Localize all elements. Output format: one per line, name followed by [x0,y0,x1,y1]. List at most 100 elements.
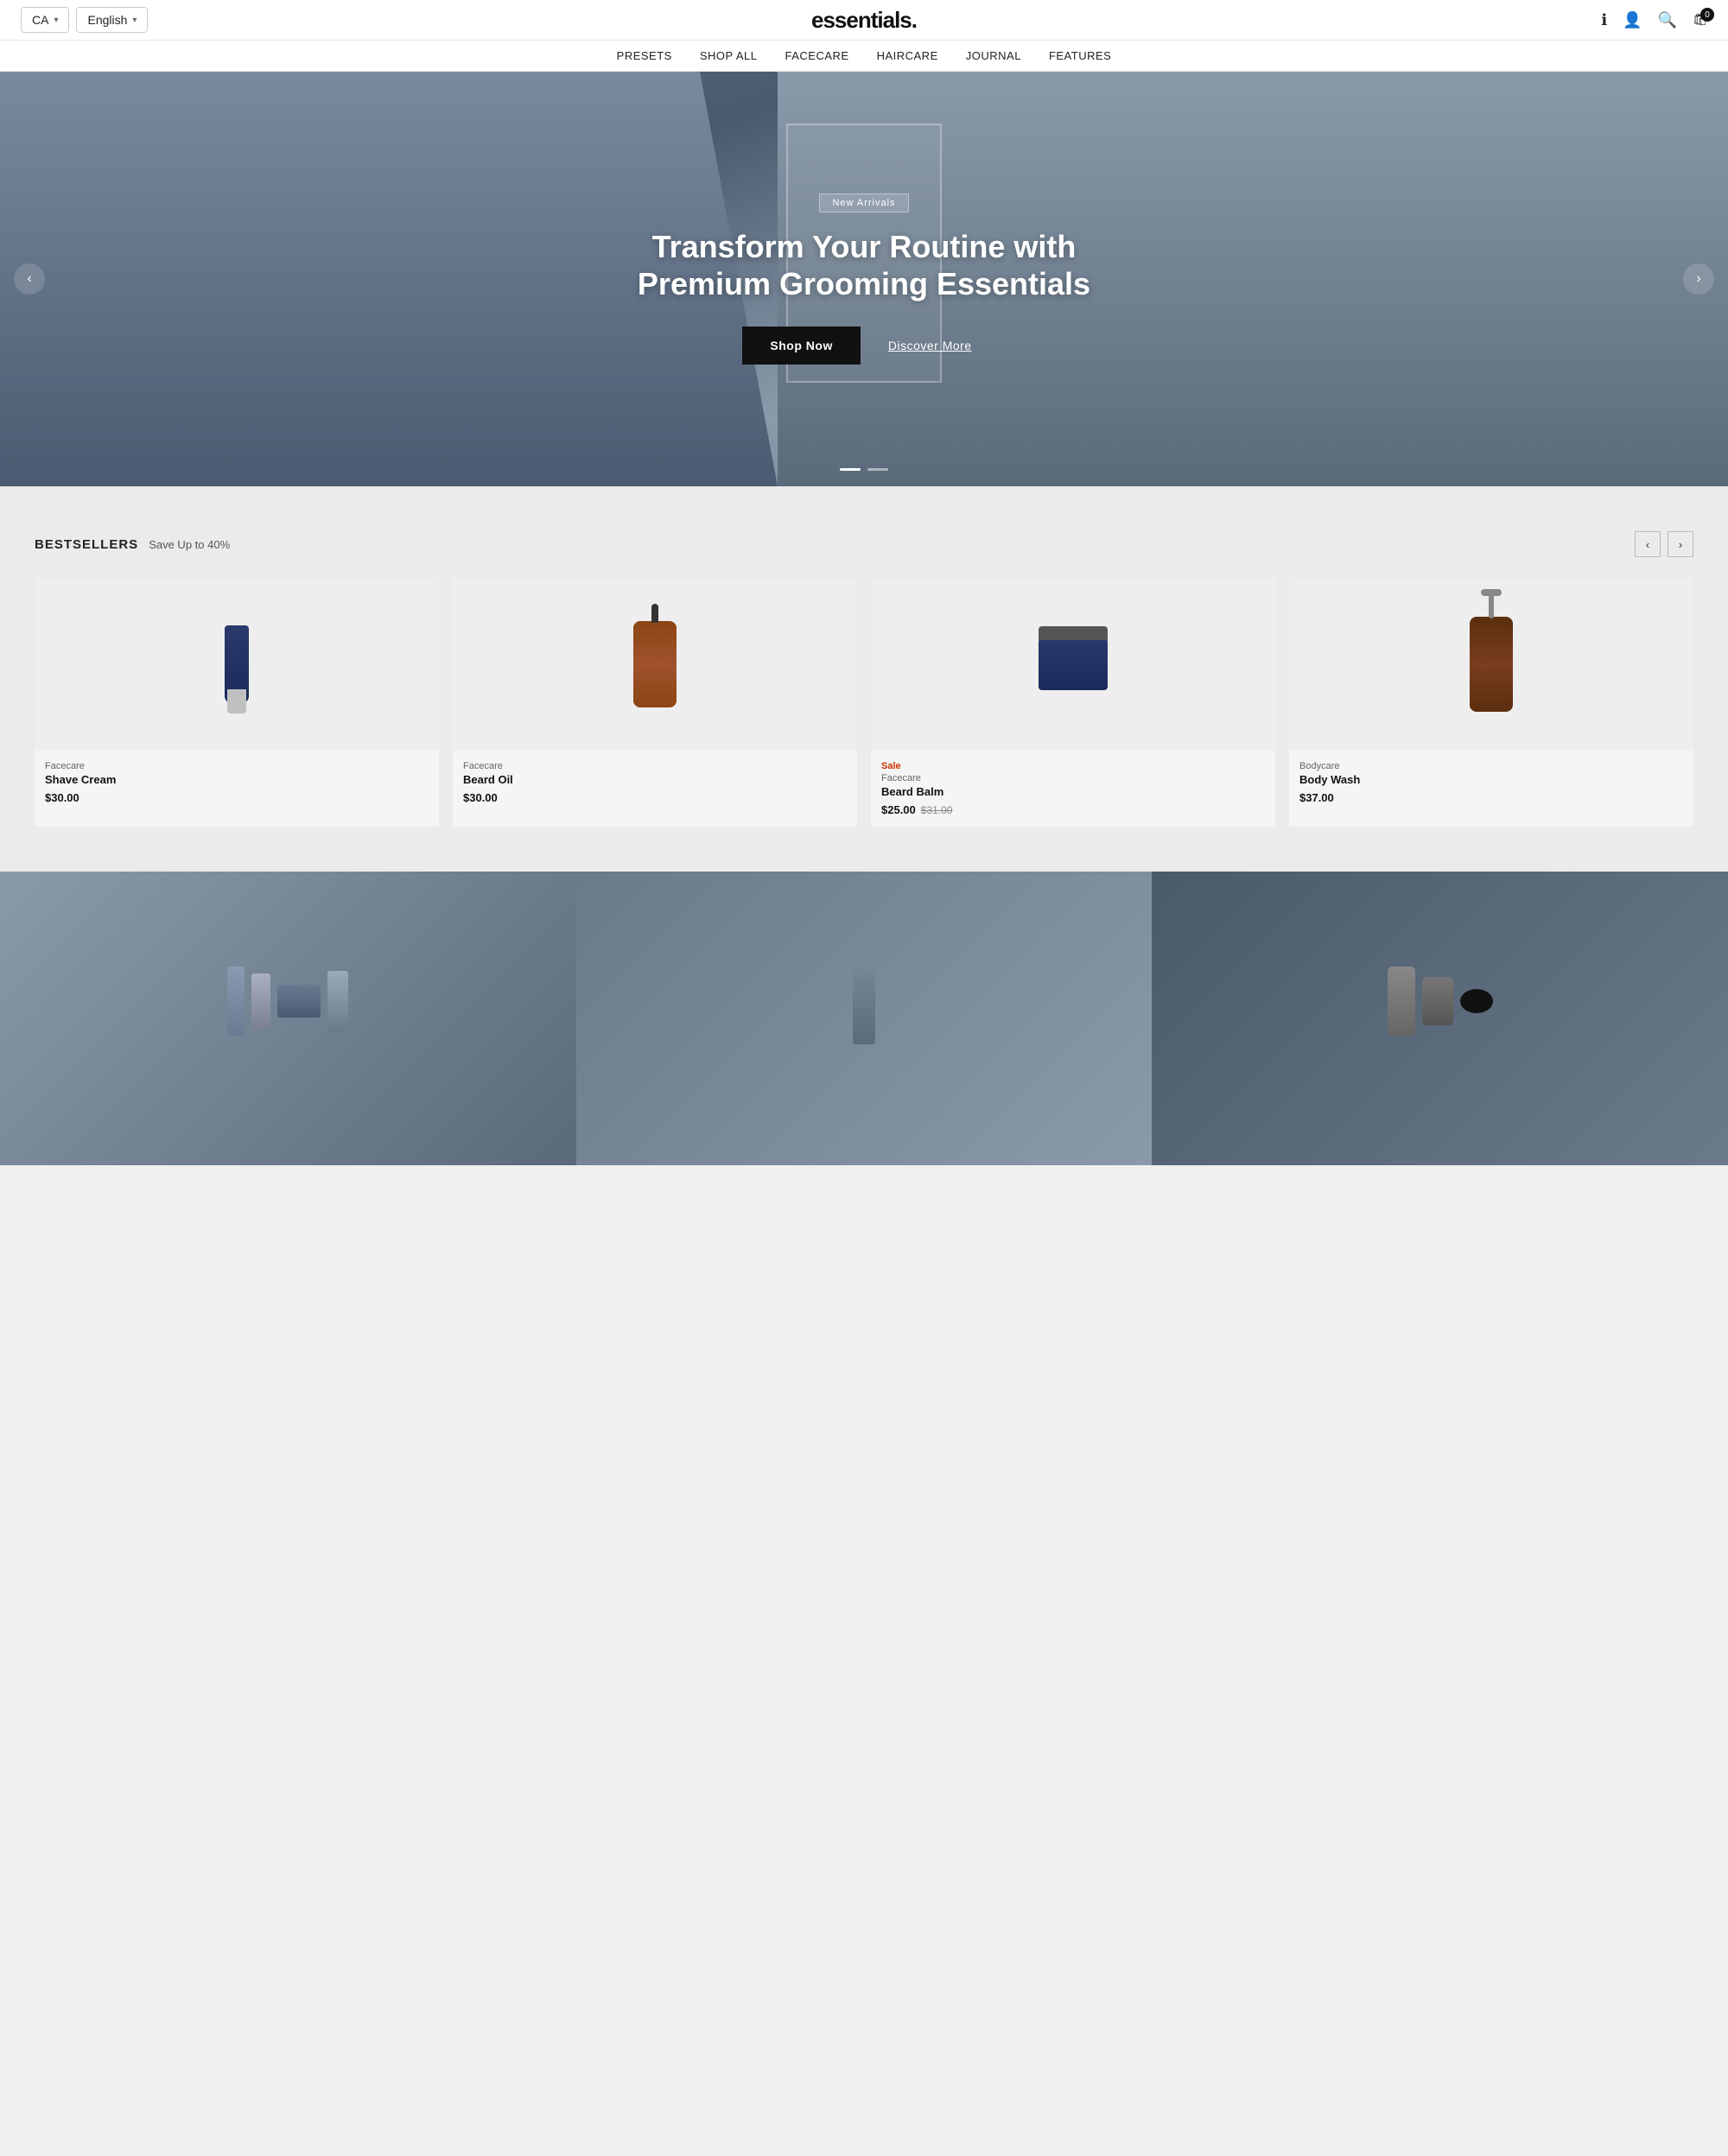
cart-button[interactable]: 🛍 0 [1693,13,1707,27]
nav-item-presets[interactable]: PRESETS [617,49,672,62]
banner-bodycare[interactable] [576,872,1153,1165]
product-card-beard-oil[interactable]: Facecare Beard Oil $30.00 [453,578,857,827]
hero-dot-2[interactable] [867,468,888,471]
product-category-3: Facecare [881,773,1265,783]
beard-balm-jar [1039,638,1108,690]
top-bar: CA ▾ English ▾ essentials. ℹ 👤 🔍 🛍 0 [0,0,1728,41]
banner-haircare-mask [1422,977,1453,1025]
beard-balm-visual [1039,578,1108,751]
bestsellers-nav: ‹ › [1635,531,1693,557]
banner-bg-facecare [0,872,576,1165]
banner-grid [0,872,1728,1165]
banner-facecare-jar [277,985,321,1018]
banner-products-bodycare [576,872,1153,1131]
nav-item-haircare[interactable]: HAIRCARE [877,49,938,62]
product-card-beard-balm[interactable]: Sale Facecare Beard Balm $25.00$31.00 [871,578,1275,827]
product-price-2: $30.00 [463,791,847,804]
search-icon: 🔍 [1658,11,1677,29]
product-category-4: Bodycare [1299,761,1683,771]
product-info-body-wash: Bodycare Body Wash $37.00 [1289,751,1693,815]
banner-facecare[interactable] [0,872,576,1165]
country-selector[interactable]: CA ▾ [21,7,69,33]
beard-oil-dropper [633,621,677,707]
top-bar-right: ℹ 👤 🔍 🛍 0 [1601,11,1707,29]
banner-facecare-tube3 [327,971,348,1031]
product-name-4: Body Wash [1299,773,1683,786]
discover-more-button[interactable]: Discover More [874,327,986,365]
banner-products-facecare [0,872,576,1131]
nav-item-features[interactable]: FEATURES [1049,49,1111,62]
body-wash-visual [1470,578,1513,751]
bestsellers-title: BESTSELLERS [35,537,138,552]
user-icon: 👤 [1623,11,1642,29]
banner-haircare[interactable] [1152,872,1728,1165]
product-category-2: Facecare [463,761,847,771]
product-image-body-wash [1289,578,1693,751]
shave-cream-tube [225,625,249,703]
bestsellers-section: BESTSELLERS Save Up to 40% ‹ › Facecare … [0,500,1728,858]
banner-products-haircare [1152,872,1728,1131]
hero-content: New Arrivals Transform Your Routine with… [622,193,1106,365]
product-name-2: Beard Oil [463,773,847,786]
hero-section: ‹ New Arrivals Transform Your Routine wi… [0,72,1728,486]
info-button[interactable]: ℹ [1601,11,1607,29]
product-card-shave-cream[interactable]: Facecare Shave Cream $30.00 [35,578,439,827]
spacer-2 [0,858,1728,872]
nav-item-shop-all[interactable]: SHOP ALL [700,49,758,62]
product-price-4: $37.00 [1299,791,1683,804]
product-price-3: $25.00$31.00 [881,803,1265,816]
body-wash-pump [1470,617,1513,712]
country-chevron-icon: ▾ [54,16,58,25]
product-price-1: $30.00 [45,791,429,804]
top-bar-left: CA ▾ English ▾ [21,7,148,33]
shop-now-button[interactable]: Shop Now [742,327,860,365]
bestsellers-subtitle: Save Up to 40% [149,538,230,551]
chevron-right-icon: › [1696,271,1700,287]
nav-item-facecare[interactable]: FACECARE [785,49,848,62]
banner-facecare-tube1 [227,967,245,1036]
product-card-body-wash[interactable]: Bodycare Body Wash $37.00 [1289,578,1693,827]
language-selector[interactable]: English ▾ [76,7,148,33]
banner-bodycare-tube [853,958,875,1044]
product-info-shave-cream: Facecare Shave Cream $30.00 [35,751,439,815]
banner-haircare-paste [1460,989,1493,1013]
language-value: English [87,13,127,27]
hero-prev-button[interactable]: ‹ [14,263,45,295]
nav-item-journal[interactable]: JOURNAL [966,49,1021,62]
cart-badge: 0 [1700,8,1714,22]
country-value: CA [32,13,48,27]
hero-next-button[interactable]: › [1683,263,1714,295]
brand-logo[interactable]: essentials. [811,7,917,34]
product-name-1: Shave Cream [45,773,429,786]
main-nav: PRESETS SHOP ALL FACECARE HAIRCARE JOURN… [0,41,1728,72]
search-button[interactable]: 🔍 [1658,11,1677,29]
info-icon: ℹ [1601,11,1607,29]
product-category-1: Facecare [45,761,429,771]
bestsellers-next-button[interactable]: › [1668,531,1693,557]
hero-buttons: Shop Now Discover More [622,327,1106,365]
product-image-beard-oil [453,578,857,751]
bestsellers-header: BESTSELLERS Save Up to 40% ‹ › [35,531,1693,557]
banner-bg-haircare [1152,872,1728,1165]
spacer-1 [0,486,1728,500]
products-grid: Facecare Shave Cream $30.00 Facecare Bea… [35,578,1693,827]
language-chevron-icon: ▾ [132,16,137,25]
original-price-3: $31.00 [921,804,953,816]
banner-bg-bodycare [576,872,1153,1165]
bestsellers-prev-button[interactable]: ‹ [1635,531,1661,557]
hero-dots [840,468,888,471]
prev-icon: ‹ [1646,538,1649,551]
hero-badge: New Arrivals [819,193,908,212]
shave-cream-visual [225,578,249,751]
chevron-left-icon: ‹ [27,271,31,287]
next-icon: › [1679,538,1682,551]
bestsellers-title-group: BESTSELLERS Save Up to 40% [35,537,230,552]
account-button[interactable]: 👤 [1623,11,1642,29]
beard-oil-visual [633,578,677,751]
hero-dot-1[interactable] [840,468,861,471]
product-name-3: Beard Balm [881,785,1265,798]
product-image-beard-balm [871,578,1275,751]
product-image-shave-cream [35,578,439,751]
hero-title: Transform Your Routine with Premium Groo… [622,228,1106,302]
banner-facecare-tube2 [251,973,270,1030]
